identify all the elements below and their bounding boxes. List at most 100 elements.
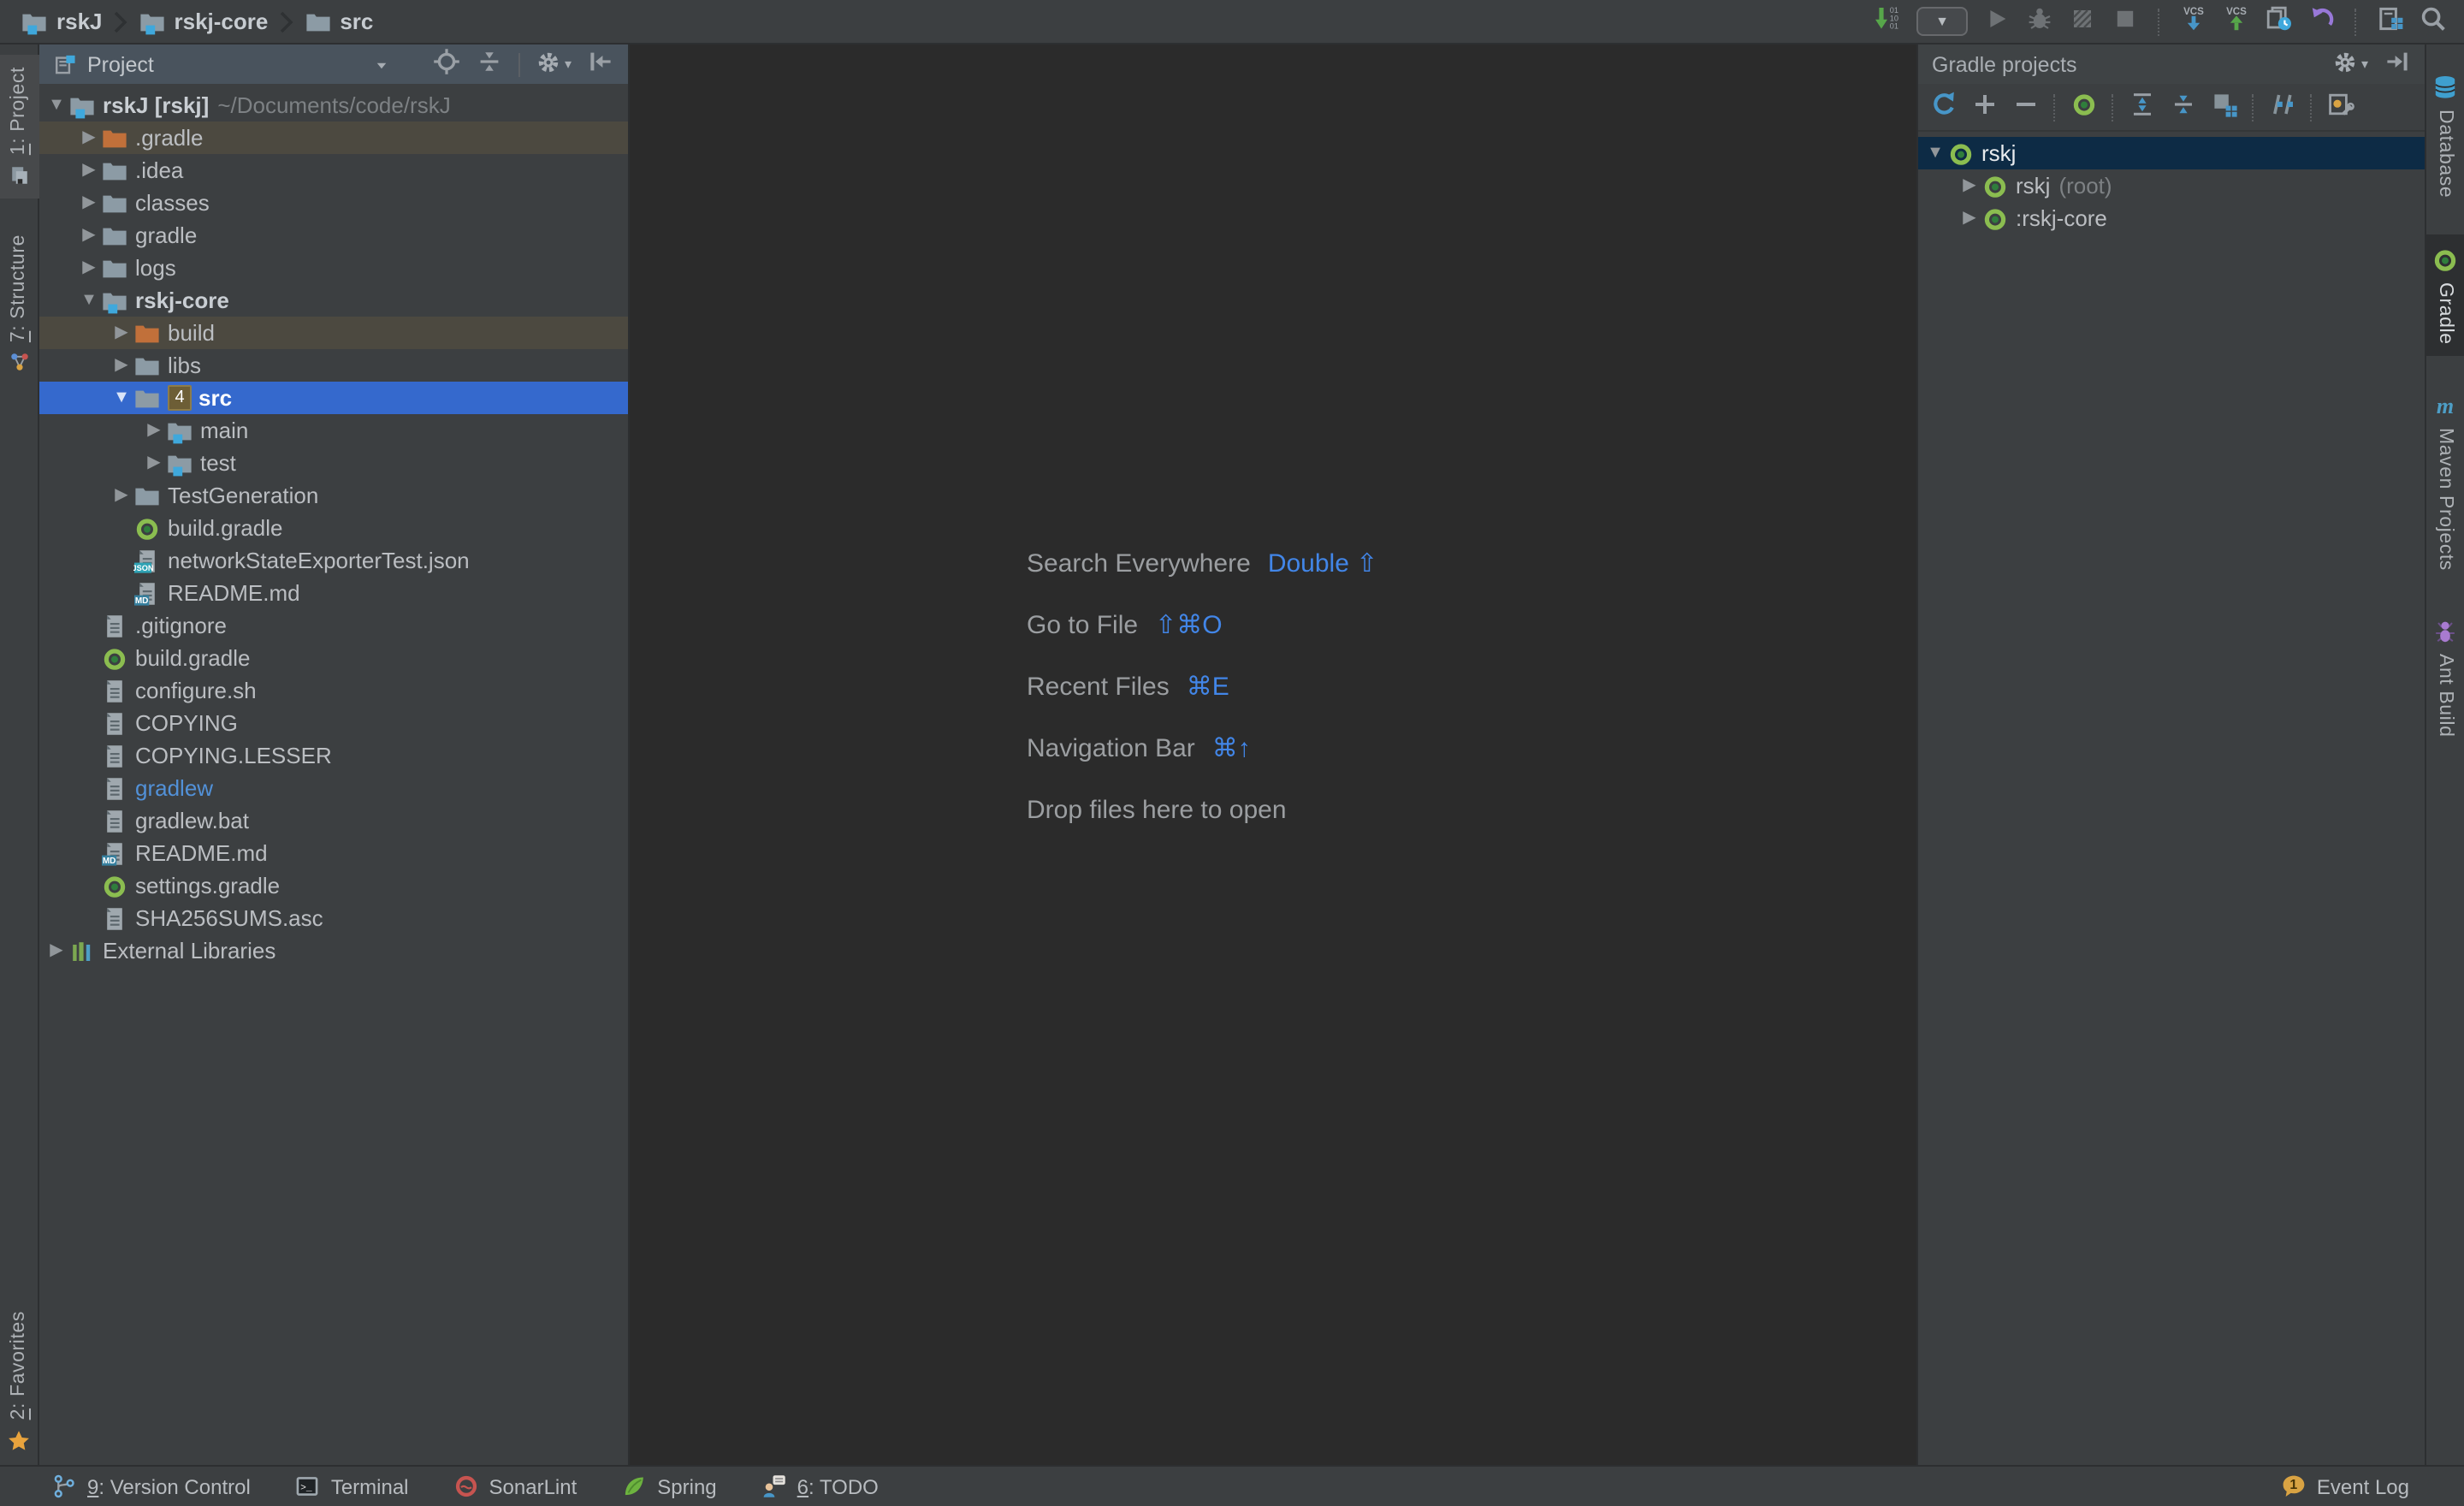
project-row-gradlew[interactable]: gradlew — [39, 772, 628, 804]
project-row-main[interactable]: ▶main — [39, 414, 628, 447]
status-item-spring[interactable]: Spring — [621, 1473, 716, 1499]
project-row-.gradle[interactable]: ▶.gradle — [39, 122, 628, 154]
project-row-settings.gradle[interactable]: settings.gradle — [39, 869, 628, 902]
search-everywhere-button[interactable] — [2420, 8, 2447, 35]
hint-label: Drop files here to open — [1027, 797, 1287, 823]
collapsed-arrow-icon[interactable]: ▶ — [77, 161, 101, 180]
breadcrumb-item-src[interactable]: src — [304, 8, 373, 35]
project-row-External-Libraries[interactable]: ▶External Libraries — [39, 934, 628, 967]
run-configurations-button[interactable]: ▼ — [1916, 7, 1968, 36]
project-row-rskj-core[interactable]: ▼rskj-core — [39, 284, 628, 317]
group-modules-button[interactable] — [2211, 93, 2238, 121]
debug-button[interactable] — [2026, 8, 2053, 35]
sonarlint-icon — [453, 1473, 479, 1499]
hide-gradle-panel-button[interactable] — [2384, 48, 2411, 80]
project-row-.idea[interactable]: ▶.idea — [39, 154, 628, 187]
project-row-README.md[interactable]: MDREADME.md — [39, 837, 628, 869]
collapsed-arrow-icon[interactable]: ▶ — [77, 193, 101, 212]
collapsed-arrow-icon[interactable]: ▶ — [77, 258, 101, 277]
project-view-selector-caret[interactable] — [371, 55, 392, 75]
project-row-COPYING.LESSER[interactable]: COPYING.LESSER — [39, 739, 628, 772]
project-row-rskJ--rskj-[interactable]: ▼rskJ [rskj]~/Documents/code/rskJ — [39, 89, 628, 122]
project-row-COPYING[interactable]: COPYING — [39, 707, 628, 739]
expanded-arrow-icon[interactable]: ▼ — [77, 291, 101, 310]
project-row-TestGeneration[interactable]: ▶TestGeneration — [39, 479, 628, 512]
expanded-arrow-icon[interactable]: ▼ — [110, 388, 133, 407]
breadcrumb-item-rskJ[interactable]: rskJ — [21, 8, 103, 35]
collapsed-arrow-icon[interactable]: ▶ — [77, 128, 101, 147]
status-item-terminal[interactable]: >_Terminal — [295, 1473, 409, 1499]
project-row-test[interactable]: ▶test — [39, 447, 628, 479]
collapsed-arrow-icon[interactable]: ▶ — [110, 356, 133, 375]
refresh-all-gradle-projects-button[interactable] — [1930, 93, 1958, 121]
project-row-build.gradle[interactable]: build.gradle — [39, 512, 628, 544]
collapsed-arrow-icon[interactable]: ▶ — [110, 323, 133, 342]
collapse-all-button[interactable] — [476, 48, 503, 80]
collapsed-arrow-icon[interactable]: ▶ — [110, 486, 133, 505]
tool-window-button-ant-build[interactable]: Ant Build — [2426, 607, 2464, 750]
status-item-sonarlint[interactable]: SonarLint — [453, 1473, 578, 1499]
project-row-build.gradle[interactable]: build.gradle — [39, 642, 628, 674]
status-item-6-todo[interactable]: 6: TODO — [761, 1473, 879, 1499]
project-row-src[interactable]: ▼4src — [39, 382, 628, 414]
tool-window-button-label: Maven Projects — [2435, 428, 2455, 571]
project-row-logs[interactable]: ▶logs — [39, 252, 628, 284]
editor-area[interactable]: Search EverywhereDouble ⇧Go to File⇧⌘ORe… — [630, 44, 1916, 1465]
collapsed-arrow-icon[interactable]: ▶ — [1958, 176, 1981, 195]
toggle-offline-mode-button[interactable] — [2269, 93, 2296, 121]
attach-gradle-project-button[interactable] — [1971, 93, 1999, 121]
gradle-settings-button[interactable] — [2327, 93, 2354, 121]
tool-window-button-7-structure[interactable]: 7: Structure — [0, 222, 38, 384]
rollback-button[interactable] — [2308, 8, 2336, 35]
fetch-sources-button[interactable]: 011001 — [1874, 8, 1901, 35]
run-with-coverage-button[interactable] — [2069, 8, 2096, 35]
project-structure-button[interactable] — [2377, 8, 2404, 35]
project-header-actions: ▾ — [433, 48, 614, 80]
view-options-button[interactable]: ▾ — [536, 49, 572, 80]
status-item-event-log[interactable]: 1Event Log — [2281, 1473, 2409, 1499]
gradle-row-rskj[interactable]: ▼rskj — [1918, 137, 2425, 169]
project-row-networkStateExporterTest.json[interactable]: JSONnetworkStateExporterTest.json — [39, 544, 628, 577]
stop-button[interactable] — [2112, 8, 2139, 35]
project-row-classes[interactable]: ▶classes — [39, 187, 628, 219]
project-row-gradle[interactable]: ▶gradle — [39, 219, 628, 252]
hint-label: Navigation Bar — [1027, 736, 1195, 762]
tool-window-button-gradle[interactable]: Gradle — [2426, 234, 2464, 356]
collapsed-arrow-icon[interactable]: ▶ — [142, 421, 166, 440]
update-project-button[interactable]: VCS — [2180, 8, 2207, 35]
collapsed-arrow-icon[interactable]: ▶ — [44, 941, 68, 960]
execute-gradle-task-button[interactable] — [2070, 93, 2098, 121]
expand-all-button[interactable] — [2129, 93, 2156, 121]
gradle-options-button[interactable]: ▾ — [2332, 49, 2368, 80]
expanded-arrow-icon[interactable]: ▼ — [44, 96, 68, 115]
tool-window-button-maven-projects[interactable]: mMaven Projects — [2426, 380, 2464, 583]
locate-file-button[interactable] — [433, 48, 460, 80]
gradle-row--rskj-core[interactable]: ▶:rskj-core — [1918, 202, 2425, 234]
run-button[interactable] — [1983, 8, 2011, 35]
status-item-9-version-control[interactable]: 9: Version Control — [51, 1473, 251, 1499]
collapsed-arrow-icon[interactable]: ▶ — [1958, 209, 1981, 228]
project-row-build[interactable]: ▶build — [39, 317, 628, 349]
expanded-arrow-icon[interactable]: ▼ — [1923, 144, 1947, 163]
collapse-all-button[interactable] — [2170, 93, 2197, 121]
tool-window-button-2-favorites[interactable]: 2: Favorites — [0, 1300, 38, 1465]
commit-changes-button[interactable]: VCS — [2223, 8, 2250, 35]
recent-changes-button[interactable] — [2266, 8, 2293, 35]
project-row-configure.sh[interactable]: configure.sh — [39, 674, 628, 707]
project-row-SHA256SUMS.asc[interactable]: SHA256SUMS.asc — [39, 902, 628, 934]
collapsed-arrow-icon[interactable]: ▶ — [77, 226, 101, 245]
collapsed-arrow-icon[interactable]: ▶ — [142, 454, 166, 472]
project-row-gradlew.bat[interactable]: gradlew.bat — [39, 804, 628, 837]
tool-window-button-database[interactable]: Database — [2426, 62, 2464, 210]
project-row-README.md[interactable]: MDREADME.md — [39, 577, 628, 609]
hide-panel-button[interactable] — [587, 48, 614, 80]
detach-gradle-project-button[interactable] — [2012, 93, 2040, 121]
gradle-icon — [101, 644, 128, 672]
breadcrumb-item-rskj-core[interactable]: rskj-core — [139, 8, 269, 35]
project-row-libs[interactable]: ▶libs — [39, 349, 628, 382]
project-row-.gitignore[interactable]: .gitignore — [39, 609, 628, 642]
play-icon — [1983, 5, 2011, 38]
tool-window-button-1-project[interactable]: 1: Project — [0, 55, 38, 198]
gradle-row-rskj[interactable]: ▶rskj(root) — [1918, 169, 2425, 202]
toolbar-divider — [2354, 8, 2358, 35]
